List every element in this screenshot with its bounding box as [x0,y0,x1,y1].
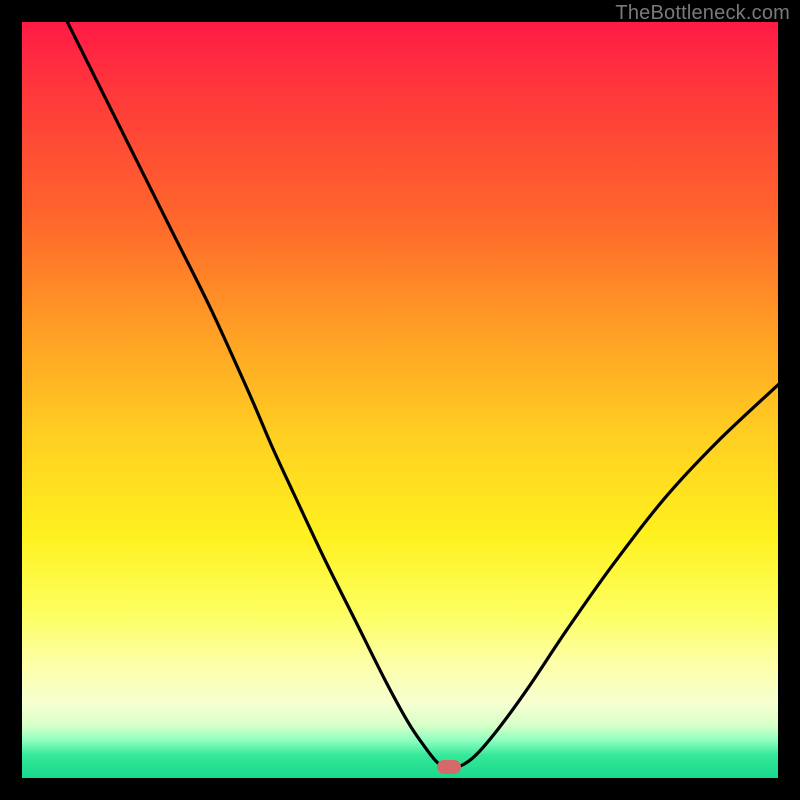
plot-area [22,22,778,778]
bottleneck-curve [67,22,778,767]
min-marker [437,760,461,774]
curve-svg [22,22,778,778]
chart-frame: TheBottleneck.com [0,0,800,800]
watermark-text: TheBottleneck.com [615,2,790,25]
